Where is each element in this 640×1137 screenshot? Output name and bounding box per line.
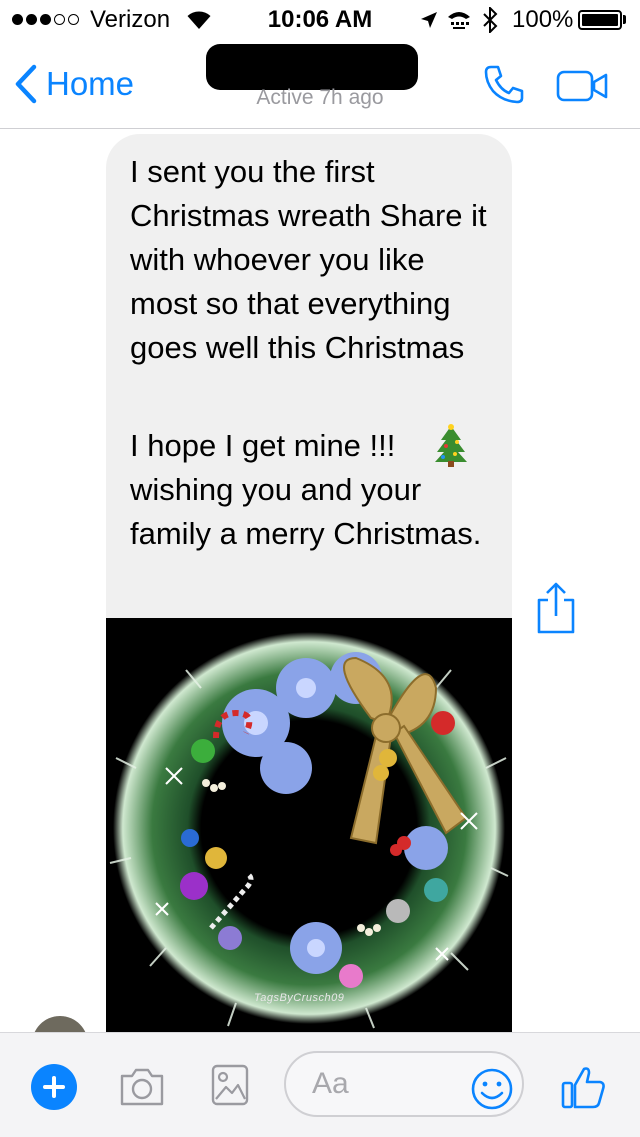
gallery-icon[interactable] (210, 1063, 250, 1107)
phone-icon[interactable] (482, 62, 526, 106)
conversation-header: Home Active 7h ago (0, 40, 640, 129)
thumbs-up-icon[interactable] (560, 1063, 608, 1111)
video-camera-icon[interactable] (556, 70, 610, 102)
plus-icon (43, 1076, 65, 1098)
christmas-tree-emoji-icon (435, 424, 467, 467)
battery-icon (578, 10, 622, 30)
plus-button[interactable] (31, 1064, 77, 1110)
tty-icon (448, 12, 470, 29)
bluetooth-icon (483, 7, 498, 33)
image-watermark: TagsByCrusch09 (254, 992, 345, 1004)
christmas-wreath-illustration (109, 632, 509, 1029)
message-input-placeholder: Aa (312, 1067, 349, 1100)
emoji-icon[interactable] (470, 1067, 514, 1111)
share-icon[interactable] (534, 580, 578, 636)
status-bar: Verizon 10:06 AM 100% (0, 0, 640, 40)
battery-percent: 100% (512, 6, 574, 33)
camera-icon[interactable] (118, 1067, 166, 1107)
message-text-1: I sent you the first Christmas wreath Sh… (130, 154, 487, 365)
contact-name-redacted (206, 44, 418, 90)
active-status: Active 7h ago (256, 86, 384, 109)
message-composer: Aa (0, 1032, 640, 1137)
wreath-image[interactable]: TagsByCrusch09 (106, 618, 512, 1032)
location-arrow-icon (421, 12, 437, 28)
message-bubble[interactable]: I sent you the first Christmas wreath Sh… (106, 134, 512, 618)
battery-cap (623, 15, 626, 24)
